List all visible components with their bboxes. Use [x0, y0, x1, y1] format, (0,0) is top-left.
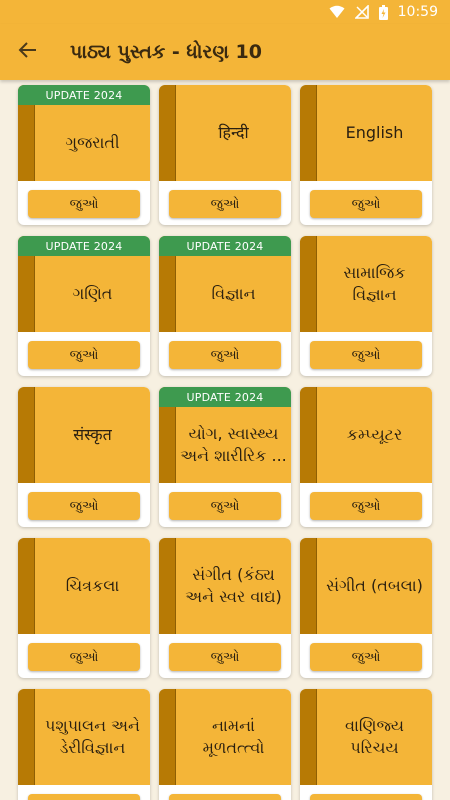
- subject-title: ચિત્રકલા: [65, 576, 120, 596]
- view-button[interactable]: જુઓ: [28, 643, 140, 671]
- view-button[interactable]: જુઓ: [310, 794, 422, 800]
- view-button[interactable]: જુઓ: [169, 190, 281, 218]
- book-spine: [300, 538, 317, 634]
- status-time: 10:59: [397, 4, 438, 20]
- update-badge: UPDATE 2024: [18, 85, 150, 105]
- textbook-card[interactable]: UPDATE 2024 ગુજરાતી જુઓ: [18, 85, 150, 225]
- textbook-card[interactable]: નામનાં મૂળતત્ત્વો જુઓ: [159, 689, 291, 800]
- book-spine: [159, 538, 176, 634]
- view-button[interactable]: જુઓ: [310, 341, 422, 369]
- book-spine: [159, 85, 176, 181]
- update-badge: UPDATE 2024: [159, 387, 291, 407]
- textbook-grid: UPDATE 2024 ગુજરાતી જુઓ हिन्दी જુઓ Engli…: [18, 85, 432, 800]
- status-bar: 10:59: [0, 0, 450, 24]
- view-button[interactable]: જુઓ: [169, 492, 281, 520]
- subject-title: ગુજરાતી: [65, 133, 120, 153]
- subject-title: English: [345, 123, 404, 143]
- subject-title: સંગીત (તબલા): [326, 576, 423, 596]
- subject-title: સામાજિક વિજ્ઞાન: [343, 263, 406, 304]
- book-cover: સામાજિક વિજ્ઞાન: [300, 236, 432, 332]
- update-badge: UPDATE 2024: [159, 236, 291, 256]
- book-spine: [18, 387, 35, 483]
- subject-title: કમ્પ્યૂટર: [346, 425, 403, 445]
- book-spine: [300, 85, 317, 181]
- view-button[interactable]: જુઓ: [28, 341, 140, 369]
- update-badge: UPDATE 2024: [18, 236, 150, 256]
- view-button[interactable]: જુઓ: [310, 492, 422, 520]
- subject-title: યોગ, સ્વાસ્થ્ય અને શારીરિક ...: [180, 424, 287, 465]
- book-cover: संस्कृत: [18, 387, 150, 483]
- textbook-card[interactable]: સંગીત (તબલા) જુઓ: [300, 538, 432, 678]
- wifi-icon: [329, 5, 345, 19]
- textbook-card[interactable]: સામાજિક વિજ્ઞાન જુઓ: [300, 236, 432, 376]
- view-button[interactable]: જુઓ: [28, 492, 140, 520]
- textbook-card[interactable]: ચિત્રકલા જુઓ: [18, 538, 150, 678]
- view-button[interactable]: જુઓ: [310, 643, 422, 671]
- battery-charging-icon: [378, 4, 388, 20]
- view-button[interactable]: જુઓ: [310, 190, 422, 218]
- book-cover: સંગીત (કંઠ્ય અને સ્વર વાદ્ય): [159, 538, 291, 634]
- book-cover: વાણિજ્ય પરિચય: [300, 689, 432, 785]
- book-cover: કમ્પ્યૂટર: [300, 387, 432, 483]
- textbook-card[interactable]: UPDATE 2024 ગણિત જુઓ: [18, 236, 150, 376]
- arrow-left-icon: [18, 40, 38, 64]
- book-spine: [18, 689, 35, 785]
- textbook-card[interactable]: हिन्दी જુઓ: [159, 85, 291, 225]
- book-spine: [300, 387, 317, 483]
- textbook-card[interactable]: English જુઓ: [300, 85, 432, 225]
- book-spine: [159, 689, 176, 785]
- subject-title: નામનાં મૂળતત્ત્વો: [202, 716, 265, 757]
- signal-icon: [354, 5, 369, 19]
- book-cover: નામનાં મૂળતત્ત્વો: [159, 689, 291, 785]
- textbook-card[interactable]: संस्कृत જુઓ: [18, 387, 150, 527]
- book-spine: [300, 689, 317, 785]
- textbook-card[interactable]: સંગીત (કંઠ્ય અને સ્વર વાદ્ય) જુઓ: [159, 538, 291, 678]
- textbook-card[interactable]: પશુપાલન અને ડેરીવિજ્ઞાન જુઓ: [18, 689, 150, 800]
- book-cover: UPDATE 2024 યોગ, સ્વાસ્થ્ય અને શારીરિક .…: [159, 387, 291, 483]
- subject-title: ગણિત: [72, 284, 113, 304]
- book-cover: English: [300, 85, 432, 181]
- textbook-card[interactable]: કમ્પ્યૂટર જુઓ: [300, 387, 432, 527]
- book-cover: ચિત્રકલા: [18, 538, 150, 634]
- book-cover: UPDATE 2024 ગણિત: [18, 236, 150, 332]
- subject-title: પશુપાલન અને ડેરીવિજ્ઞાન: [45, 716, 140, 757]
- textbook-card[interactable]: UPDATE 2024 યોગ, સ્વાસ્થ્ય અને શારીરિક .…: [159, 387, 291, 527]
- view-button[interactable]: જુઓ: [169, 341, 281, 369]
- book-cover: UPDATE 2024 ગુજરાતી: [18, 85, 150, 181]
- view-button[interactable]: જુઓ: [169, 643, 281, 671]
- book-cover: UPDATE 2024 વિજ્ઞાન: [159, 236, 291, 332]
- subject-title: संस्कृत: [73, 425, 112, 445]
- textbook-card[interactable]: વાણિજ્ય પરિચય જુઓ: [300, 689, 432, 800]
- book-cover: પશુપાલન અને ડેરીવિજ્ઞાન: [18, 689, 150, 785]
- textbook-card[interactable]: UPDATE 2024 વિજ્ઞાન જુઓ: [159, 236, 291, 376]
- book-cover: સંગીત (તબલા): [300, 538, 432, 634]
- subject-title: વિજ્ઞાન: [211, 284, 256, 304]
- back-button[interactable]: [0, 24, 56, 80]
- book-spine: [300, 236, 317, 332]
- view-button[interactable]: જુઓ: [28, 794, 140, 800]
- view-button[interactable]: જુઓ: [28, 190, 140, 218]
- subject-title: સંગીત (કંઠ્ય અને સ્વર વાદ્ય): [185, 565, 282, 606]
- view-button[interactable]: જુઓ: [169, 794, 281, 800]
- subject-title: हिन्दी: [218, 123, 249, 143]
- page-title: પાઠ્ય પુસ્તક - ધોરણ 10: [70, 41, 262, 63]
- app-bar: પાઠ્ય પુસ્તક - ધોરણ 10: [0, 24, 450, 80]
- subject-title: વાણિજ્ય પરિચય: [344, 716, 405, 757]
- book-spine: [18, 538, 35, 634]
- book-cover: हिन्दी: [159, 85, 291, 181]
